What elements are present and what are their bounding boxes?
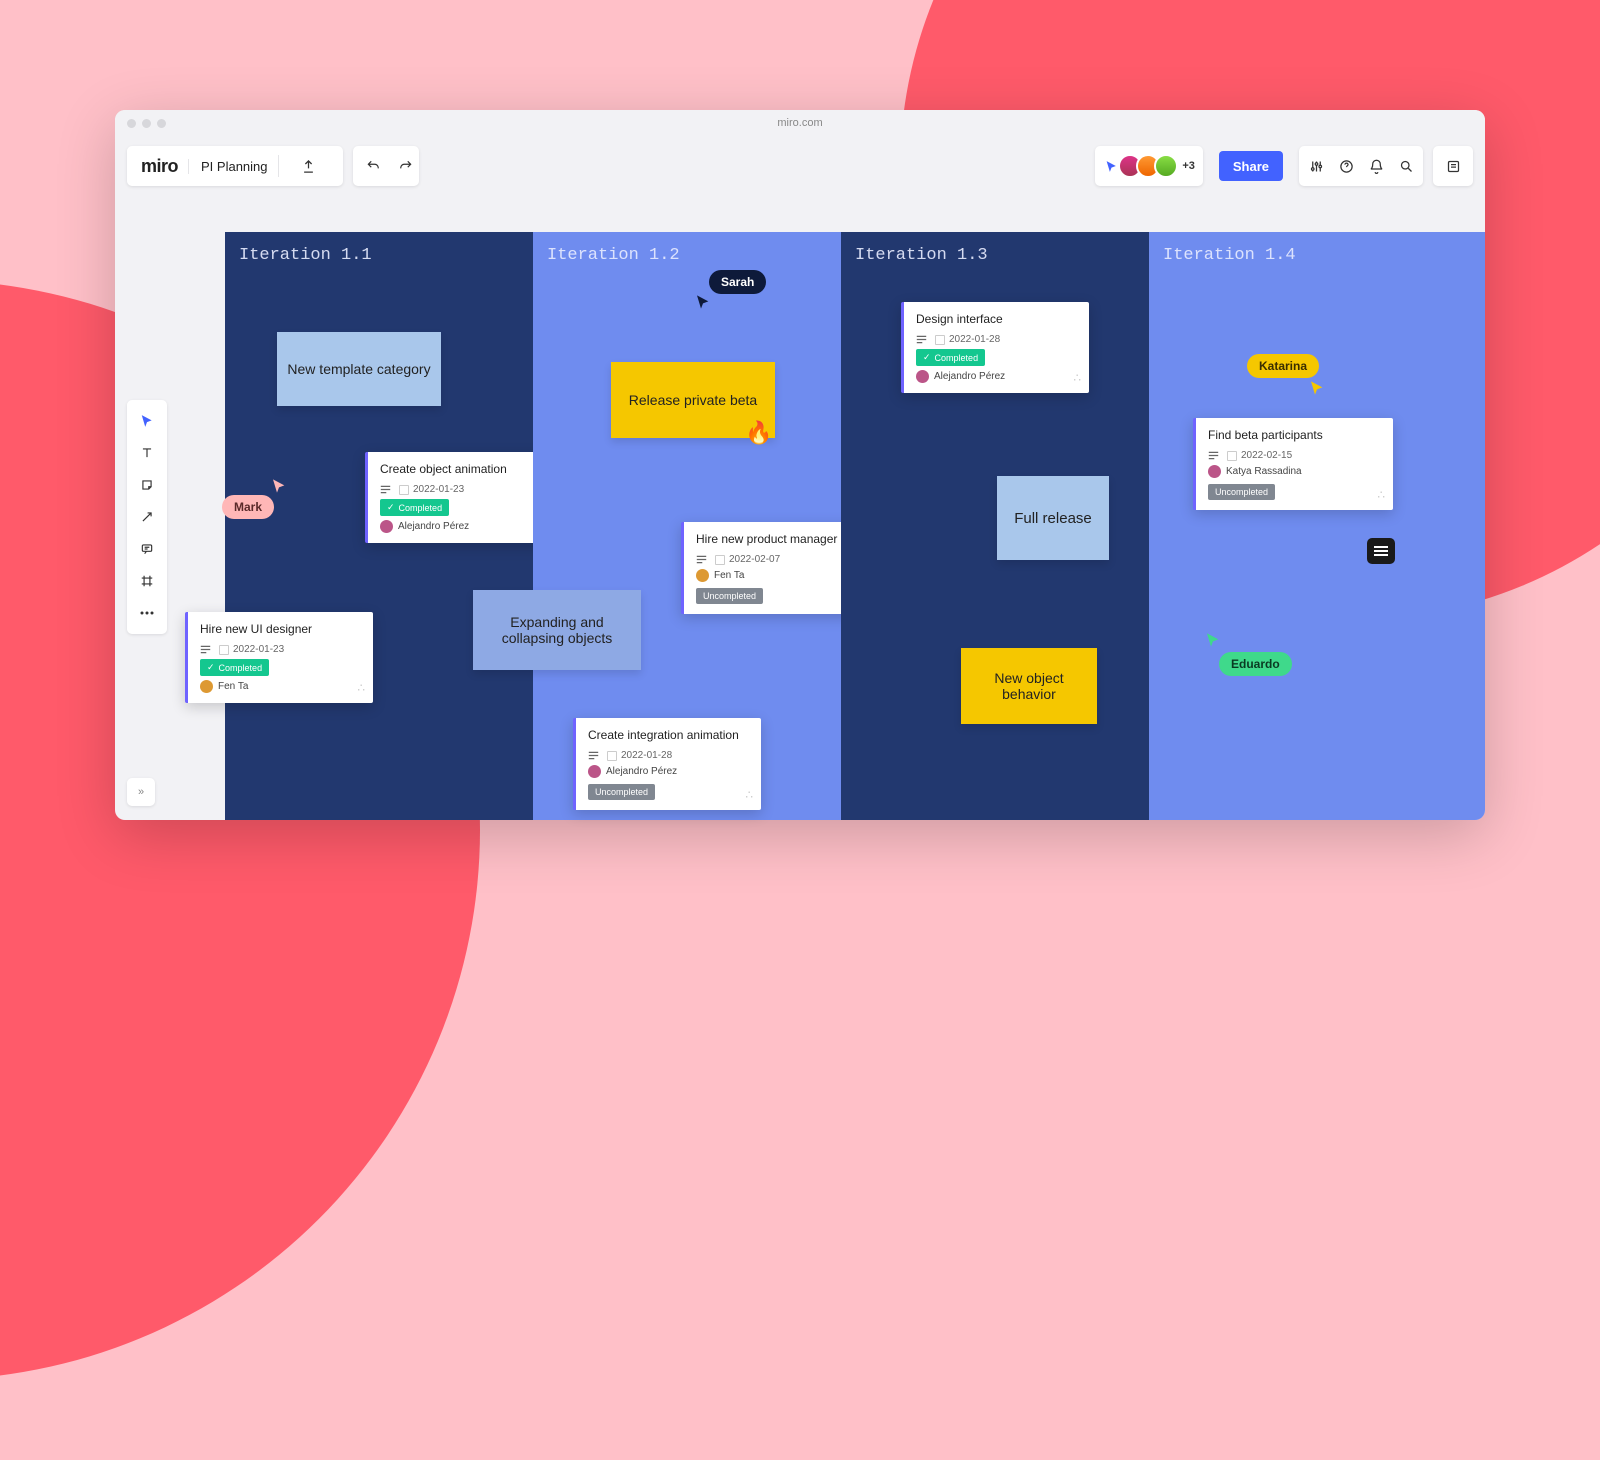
board-identity[interactable]: miro PI Planning [127, 146, 343, 186]
card-date: 2022-01-28 [935, 334, 1000, 345]
fire-emoji: 🔥 [745, 420, 772, 446]
more-tools-icon[interactable] [132, 598, 162, 628]
text-tool-icon[interactable] [132, 438, 162, 468]
card-title: Design interface [916, 312, 1077, 326]
column-3: Iteration 1.3 Design interface 2022-01-2… [841, 232, 1149, 820]
export-icon[interactable] [289, 146, 329, 186]
description-icon [588, 751, 599, 760]
undo-icon[interactable] [353, 146, 393, 186]
card-date: 2022-01-28 [607, 750, 672, 761]
traffic-lights [127, 119, 166, 128]
card-title: Hire new product manager [696, 532, 857, 546]
card-assignee: Alejandro Pérez [588, 765, 749, 778]
arrow-tool-icon[interactable] [132, 502, 162, 532]
card-menu-icon[interactable]: ∴ [357, 681, 363, 695]
more-avatars-count[interactable]: +3 [1182, 160, 1195, 172]
status-badge-uncompleted: Uncompleted [588, 784, 655, 800]
sticky-tool-icon[interactable] [132, 470, 162, 500]
frame-tool-icon[interactable] [132, 566, 162, 596]
card-assignee: Katya Rassadina [1208, 465, 1381, 478]
card-title: Create integration animation [588, 728, 749, 742]
user-pill-sarah: Sarah [709, 270, 766, 294]
card-find-beta-participants[interactable]: Find beta participants 2022-02-15 Katya … [1193, 418, 1393, 510]
user-cursor-katarina [1309, 380, 1325, 396]
sticky-full-release[interactable]: Full release [997, 476, 1109, 560]
card-design-interface[interactable]: Design interface 2022-01-28 ✓ Completed … [901, 302, 1089, 393]
avatar-3[interactable] [1154, 154, 1178, 178]
undo-redo-group [353, 146, 419, 186]
card-menu-icon[interactable]: ∴ [1377, 488, 1383, 502]
description-icon [916, 335, 927, 344]
user-cursor-eduardo [1205, 632, 1221, 648]
select-tool-icon[interactable] [132, 406, 162, 436]
share-button[interactable]: Share [1219, 151, 1283, 181]
activity-panel-button[interactable] [1433, 146, 1473, 186]
description-icon [380, 485, 391, 494]
description-icon [1208, 451, 1219, 460]
browser-url: miro.com [777, 117, 822, 129]
status-badge-completed: ✓ Completed [916, 349, 985, 366]
presence-cursor-icon [1105, 160, 1118, 173]
card-assignee: Fen Ta [200, 680, 361, 693]
card-menu-icon[interactable]: ∴ [745, 788, 751, 802]
column-4: Iteration 1.4 Katarina Find beta partici… [1149, 232, 1485, 820]
column-1-title: Iteration 1.1 [239, 246, 519, 265]
user-cursor-mark [271, 478, 287, 494]
board-name: PI Planning [188, 159, 268, 174]
card-title: Create object animation [380, 462, 541, 476]
card-assignee: Alejandro Pérez [916, 370, 1077, 383]
card-create-integration-animation[interactable]: Create integration animation 2022-01-28 … [573, 718, 761, 810]
card-menu-icon[interactable]: ∴ [1073, 371, 1079, 385]
left-toolbar [127, 400, 167, 634]
miro-logo: miro [141, 156, 178, 177]
card-hire-ui-designer[interactable]: Hire new UI designer 2022-01-23 ✓ Comple… [185, 612, 373, 703]
column-3-title: Iteration 1.3 [855, 246, 1135, 265]
browser-chrome-bar: miro.com [115, 110, 1485, 136]
sticky-new-template[interactable]: New template category [277, 332, 441, 406]
sticky-expanding-collapsing[interactable]: Expanding and collapsing objects [473, 590, 641, 670]
sticky-new-object-behavior[interactable]: New object behavior [961, 648, 1097, 724]
bell-icon[interactable] [1365, 155, 1387, 177]
description-icon [696, 555, 707, 564]
card-date: 2022-02-07 [715, 554, 780, 565]
board-canvas[interactable]: Iteration 1.1 New template category Mark… [225, 232, 1485, 820]
column-2-title: Iteration 1.2 [547, 246, 827, 265]
status-badge-completed: ✓ Completed [200, 659, 269, 676]
card-title: Find beta participants [1208, 428, 1381, 442]
user-pill-katarina: Katarina [1247, 354, 1319, 378]
card-assignee: Alejandro Pérez [380, 520, 541, 533]
redo-icon[interactable] [393, 146, 419, 186]
user-cursor-sarah [695, 294, 711, 310]
card-create-object-animation[interactable]: Create object animation 2022-01-23 ✓ Com… [365, 452, 553, 543]
comment-thread-icon[interactable] [1367, 538, 1395, 564]
card-date: 2022-02-15 [1227, 450, 1292, 461]
user-pill-mark: Mark [222, 495, 274, 519]
expand-toolbar-icon[interactable]: » [127, 778, 155, 806]
card-assignee: Fen Ta [696, 569, 857, 582]
status-badge-uncompleted: Uncompleted [696, 588, 763, 604]
settings-sliders-icon[interactable] [1305, 155, 1327, 177]
user-pill-eduardo: Eduardo [1219, 652, 1292, 676]
card-title: Hire new UI designer [200, 622, 361, 636]
column-4-title: Iteration 1.4 [1163, 246, 1471, 265]
column-1: Iteration 1.1 New template category Mark… [225, 232, 533, 820]
help-icon[interactable] [1335, 155, 1357, 177]
search-icon[interactable] [1395, 155, 1417, 177]
app-topbar: miro PI Planning +3 Share [127, 146, 1473, 186]
presence-avatars[interactable]: +3 [1095, 146, 1203, 186]
description-icon [200, 645, 211, 654]
card-date: 2022-01-23 [219, 644, 284, 655]
comment-tool-icon[interactable] [132, 534, 162, 564]
column-2: Iteration 1.2 Sarah Release private beta… [533, 232, 841, 820]
status-badge-uncompleted: Uncompleted [1208, 484, 1275, 500]
browser-window: miro.com miro PI Planning [115, 110, 1485, 820]
status-badge-completed: ✓ Completed [380, 499, 449, 516]
topbar-actions [1299, 146, 1423, 186]
card-date: 2022-01-23 [399, 484, 464, 495]
